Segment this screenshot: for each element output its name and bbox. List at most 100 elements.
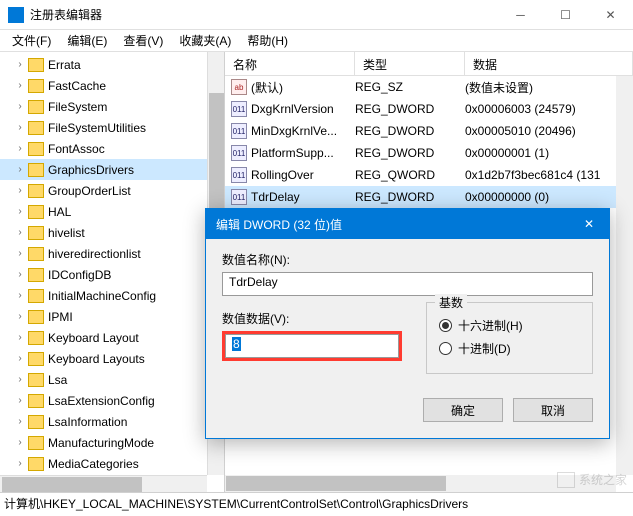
tree-item-label: IDConfigDB	[48, 268, 111, 282]
expander-icon[interactable]: ›	[14, 80, 26, 92]
expander-icon[interactable]: ›	[14, 185, 26, 197]
tree-item[interactable]: ›hivelist	[0, 222, 224, 243]
expander-icon[interactable]: ›	[14, 290, 26, 302]
folder-icon	[28, 373, 44, 387]
tree-item[interactable]: › Keyboard Layouts	[0, 348, 224, 369]
tree-pane: ›Errata›FastCache›FileSystem›FileSystemU…	[0, 52, 225, 492]
value-type: REG_QWORD	[355, 168, 465, 182]
value-row[interactable]: 011MinDxgKrnlVe...REG_DWORD0x00005010 (2…	[225, 120, 633, 142]
minimize-button[interactable]: ─	[498, 0, 543, 30]
value-name-input[interactable]: TdrDelay	[222, 272, 593, 296]
menu-favorites[interactable]: 收藏夹(A)	[171, 30, 239, 51]
maximize-button[interactable]: ☐	[543, 0, 588, 30]
value-row[interactable]: 011PlatformSupp...REG_DWORD0x00000001 (1…	[225, 142, 633, 164]
expander-icon[interactable]: ›	[14, 59, 26, 71]
value-name-label: 数值名称(N):	[222, 251, 593, 268]
tree-item[interactable]: › FileSystem	[0, 96, 224, 117]
tree-item-label: FastCache	[48, 79, 106, 93]
tree-item-label: ManufacturingMode	[48, 436, 154, 450]
folder-icon	[28, 394, 44, 408]
tree-item[interactable]: ›hiveredirectionlist	[0, 243, 224, 264]
value-data: 0x00006003 (24579)	[465, 102, 633, 116]
expander-icon[interactable]: ›	[14, 416, 26, 428]
expander-icon[interactable]: ›	[14, 206, 26, 218]
value-name: DxgKrnlVersion	[251, 102, 355, 116]
expander-icon[interactable]: ›	[14, 122, 26, 134]
binary-value-icon: 011	[231, 167, 247, 183]
tree-item[interactable]: ›HAL	[0, 201, 224, 222]
value-row[interactable]: 011TdrDelayREG_DWORD0x00000000 (0)	[225, 186, 633, 208]
value-name: (默认)	[251, 79, 355, 96]
tree-item[interactable]: ›Keyboard Layout	[0, 327, 224, 348]
expander-icon[interactable]: ›	[14, 227, 26, 239]
value-type: REG_DWORD	[355, 102, 465, 116]
tree-item[interactable]: › FastCache	[0, 75, 224, 96]
tree-item[interactable]: ›Lsa	[0, 369, 224, 390]
tree-item-label: FileSystem	[48, 100, 107, 114]
tree-item[interactable]: › IDConfigDB	[0, 264, 224, 285]
values-scrollbar-horizontal[interactable]	[225, 475, 616, 492]
folder-icon	[28, 205, 44, 219]
menu-view[interactable]: 查看(V)	[115, 30, 171, 51]
values-scrollbar-vertical[interactable]	[616, 76, 633, 475]
folder-icon	[28, 289, 44, 303]
tree-item[interactable]: › InitialMachineConfig	[0, 285, 224, 306]
tree-item[interactable]: ›LsaInformation	[0, 411, 224, 432]
expander-icon[interactable]: ›	[14, 332, 26, 344]
tree-item[interactable]: › ManufacturingMode	[0, 432, 224, 453]
dialog-close-button[interactable]: ✕	[569, 209, 609, 239]
column-header-data[interactable]: 数据	[465, 52, 633, 75]
ok-button[interactable]: 确定	[423, 398, 503, 422]
edit-dword-dialog: 编辑 DWORD (32 位)值 ✕ 数值名称(N): TdrDelay 数值数…	[205, 208, 610, 439]
tree-item[interactable]: ›LsaExtensionConfig	[0, 390, 224, 411]
value-row[interactable]: 011RollingOverREG_QWORD0x1d2b7f3bec681c4…	[225, 164, 633, 186]
menu-help[interactable]: 帮助(H)	[239, 30, 296, 51]
value-row[interactable]: ab(默认)REG_SZ(数值未设置)	[225, 76, 633, 98]
tree-item[interactable]: ›GraphicsDrivers	[0, 159, 224, 180]
dialog-titlebar[interactable]: 编辑 DWORD (32 位)值 ✕	[206, 209, 609, 239]
column-header-name[interactable]: 名称	[225, 52, 355, 75]
tree-item[interactable]: ›GroupOrderList	[0, 180, 224, 201]
value-data-input[interactable]: 8	[225, 334, 399, 358]
expander-icon[interactable]: ›	[14, 374, 26, 386]
radio-dec[interactable]: 十进制(D)	[439, 340, 580, 357]
expander-icon[interactable]: ›	[14, 269, 26, 281]
expander-icon[interactable]: ›	[14, 311, 26, 323]
folder-icon	[28, 310, 44, 324]
folder-icon	[28, 415, 44, 429]
tree-item[interactable]: ›IPMI	[0, 306, 224, 327]
folder-icon	[28, 331, 44, 345]
value-name: MinDxgKrnlVe...	[251, 124, 355, 138]
expander-icon[interactable]: ›	[14, 101, 26, 113]
radio-hex[interactable]: 十六进制(H)	[439, 317, 580, 334]
expander-icon[interactable]: ›	[14, 143, 26, 155]
radio-dec-icon	[439, 342, 452, 355]
tree-item-label: Keyboard Layouts	[48, 352, 145, 366]
tree-item-label: InitialMachineConfig	[48, 289, 156, 303]
folder-icon	[28, 352, 44, 366]
value-row[interactable]: 011 DxgKrnlVersionREG_DWORD0x00006003 (24…	[225, 98, 633, 120]
tree-item[interactable]: ›MediaCategories	[0, 453, 224, 474]
menu-edit[interactable]: 编辑(E)	[59, 30, 115, 51]
cancel-button[interactable]: 取消	[513, 398, 593, 422]
expander-icon[interactable]: ›	[14, 437, 26, 449]
expander-icon[interactable]: ›	[14, 164, 26, 176]
tree-item[interactable]: ›FileSystemUtilities	[0, 117, 224, 138]
expander-icon[interactable]: ›	[14, 458, 26, 470]
tree-scrollbar-horizontal[interactable]	[0, 475, 207, 492]
close-button[interactable]: ✕	[588, 0, 633, 30]
binary-value-icon: 011	[231, 101, 247, 117]
binary-value-icon: 011	[231, 145, 247, 161]
column-header-type[interactable]: 类型	[355, 52, 465, 75]
value-data: 0x00000000 (0)	[465, 190, 633, 204]
value-data: 0x00005010 (20496)	[465, 124, 633, 138]
expander-icon[interactable]: ›	[14, 248, 26, 260]
menu-file[interactable]: 文件(F)	[4, 30, 59, 51]
folder-icon	[28, 100, 44, 114]
expander-icon[interactable]: ›	[14, 353, 26, 365]
tree-item[interactable]: ›Errata	[0, 54, 224, 75]
value-name: PlatformSupp...	[251, 146, 355, 160]
folder-icon	[28, 436, 44, 450]
tree-item[interactable]: ›FontAssoc	[0, 138, 224, 159]
expander-icon[interactable]: ›	[14, 395, 26, 407]
